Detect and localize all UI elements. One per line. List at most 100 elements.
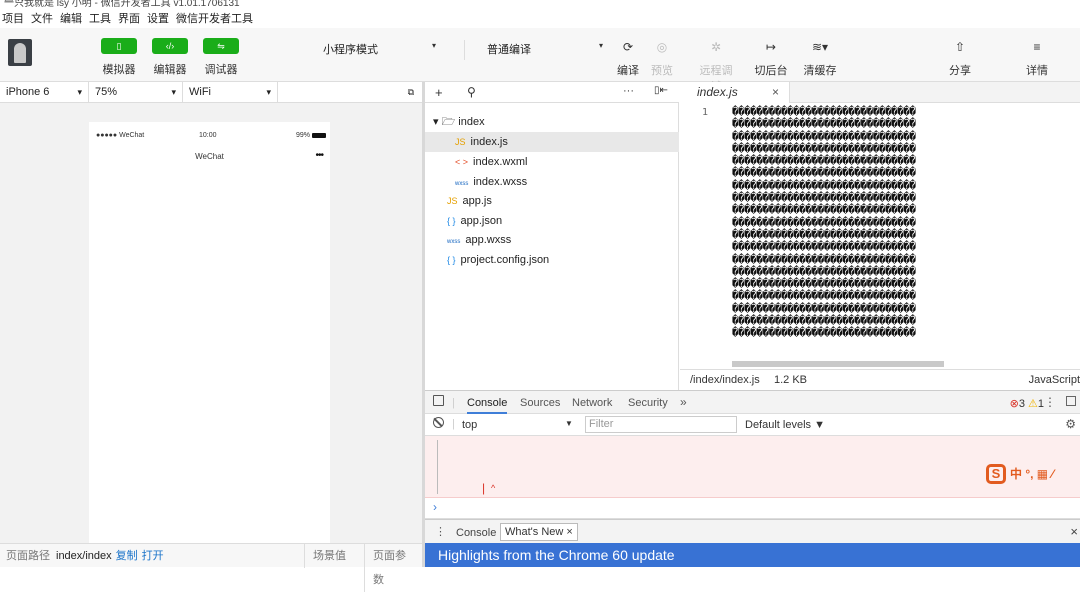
device-select-value: iPhone 6	[6, 86, 50, 98]
console-prompt[interactable]: ›	[425, 498, 1080, 519]
folder-index[interactable]: ▾ 🗁 index	[425, 112, 679, 132]
drawer-menu-icon[interactable]: ⋮	[435, 525, 446, 538]
issue-counts[interactable]: ⊗3 ⚠1	[1010, 397, 1044, 410]
zoom-select[interactable]: 75% ▾	[89, 82, 183, 103]
menu-view[interactable]: 界面	[118, 10, 140, 26]
eye-icon[interactable]: ◎	[650, 40, 674, 54]
copy-link[interactable]: 复制	[116, 550, 138, 562]
simulator-area: ●●●●● WeChat 10:00 99% WeChat •••	[0, 103, 422, 543]
tree-item-app-js[interactable]: JS app.js	[425, 191, 679, 211]
tree-item-project-config[interactable]: { } project.config.json	[425, 250, 679, 270]
clear-cache-button[interactable]: 清缓存	[800, 62, 840, 78]
more-icon[interactable]: ···	[623, 85, 634, 97]
log-levels-select[interactable]: Default levels ▼	[745, 419, 825, 431]
menu-tools[interactable]: 工具	[89, 10, 111, 26]
menu-file[interactable]: 文件	[31, 10, 53, 26]
context-select[interactable]: top	[462, 419, 477, 431]
tab-sources[interactable]: Sources	[520, 397, 560, 409]
preview-button[interactable]: 预览	[642, 62, 682, 78]
console-error-message: | ^ S 中 °, ▦ ⁄	[425, 436, 1080, 498]
inspect-icon[interactable]	[433, 395, 444, 406]
network-select-value: WiFi	[189, 86, 211, 98]
menu-settings[interactable]: 设置	[147, 10, 169, 26]
editor-tabs: index.js ×	[680, 82, 1080, 103]
page-path-label: 页面路径	[6, 550, 50, 562]
switch-background-icon[interactable]: ↦	[759, 40, 783, 54]
tab-console[interactable]: Console	[467, 397, 508, 414]
ime-toolbar[interactable]: S 中 °, ▦ ⁄	[986, 464, 1080, 486]
device-select[interactable]: iPhone 6 ▾	[0, 82, 89, 103]
file-label: app.js	[462, 195, 492, 207]
avatar[interactable]	[8, 39, 32, 66]
clear-console-icon[interactable]	[433, 417, 444, 428]
horizontal-scrollbar[interactable]	[732, 361, 944, 367]
editor-toggle-button[interactable]: ‹/›	[152, 38, 188, 54]
kebab-icon[interactable]: ⋮	[1044, 395, 1056, 409]
background-button[interactable]: 切后台	[751, 62, 791, 78]
menu-edit[interactable]: 编辑	[60, 10, 82, 26]
file-label: app.json	[460, 215, 503, 227]
menu-icon[interactable]: ≡	[1025, 40, 1049, 54]
tree-item-index-js[interactable]: JS index.js	[425, 132, 679, 152]
dock-icon[interactable]	[1066, 396, 1076, 406]
close-icon[interactable]: ×	[1070, 524, 1078, 539]
phone-screen[interactable]: ●●●●● WeChat 10:00 99% WeChat •••	[89, 122, 330, 543]
wxss-file-icon: wxss	[447, 239, 461, 245]
debugger-toggle-button[interactable]: ⇋	[203, 38, 239, 54]
more-icon[interactable]: •••	[315, 150, 323, 161]
bug-icon[interactable]: ✲	[704, 40, 728, 54]
mode-select[interactable]: 小程序模式 ▾	[323, 41, 436, 57]
menu-bar: 项目 文件 编辑 工具 界面 设置 微信开发者工具	[0, 8, 1080, 28]
file-label: project.config.json	[460, 254, 550, 266]
chevron-down-icon: ▾	[77, 87, 82, 97]
page-params-button[interactable]: 页面参数	[364, 544, 422, 592]
tree-item-index-wxml[interactable]: < > index.wxml	[425, 152, 679, 172]
simulator-toggle-button[interactable]: ▯	[101, 38, 137, 54]
details-button[interactable]: 详情	[1017, 62, 1057, 78]
battery-percent: 99%	[295, 132, 310, 139]
menu-wechat-devtools[interactable]: 微信开发者工具	[176, 10, 253, 26]
language-mode[interactable]: JavaScript	[1029, 370, 1080, 391]
window-controls[interactable]: ▭ ✕	[4, 0, 1070, 5]
search-icon[interactable]: ⚲	[467, 85, 476, 99]
drawer-tab-whats-new[interactable]: What's New ×	[500, 523, 578, 541]
scene-value-button[interactable]: 场景值	[304, 544, 354, 568]
sliders-icon: ⇋	[217, 41, 225, 51]
drawer-tab-console[interactable]: Console	[456, 527, 496, 539]
file-size: 1.2 KB	[774, 374, 808, 386]
add-icon[interactable]: +	[435, 85, 443, 100]
tree-item-app-json[interactable]: { } app.json	[425, 211, 679, 231]
chevron-down-icon: ▾	[431, 41, 436, 50]
line-number: 1	[702, 107, 709, 118]
tab-security[interactable]: Security	[628, 397, 668, 409]
collapse-icon[interactable]: ▯⇤	[654, 85, 668, 96]
share-button[interactable]: 分享	[940, 62, 980, 78]
popout-area: ⧉	[278, 82, 422, 103]
code-editor[interactable]: 1 ������������������������������ �������…	[680, 103, 1080, 368]
tab-index-js[interactable]: index.js ×	[680, 82, 790, 103]
console-filter-bar: | top ▼ Filter Default levels ▼ ⚙	[425, 414, 1080, 436]
prompt-chevron-icon: ›	[433, 500, 437, 514]
json-file-icon: { }	[447, 255, 456, 265]
layers-icon[interactable]: ≋▾	[808, 40, 832, 54]
tree-item-index-wxss[interactable]: wxss index.wxss	[425, 172, 679, 192]
menu-project[interactable]: 项目	[2, 10, 24, 26]
whats-new-banner: Highlights from the Chrome 60 update	[425, 543, 1080, 567]
divider	[464, 40, 465, 60]
chevron-down-icon: ▼	[565, 419, 573, 428]
filter-input[interactable]: Filter	[585, 416, 737, 433]
network-select[interactable]: WiFi ▾	[183, 82, 278, 103]
code-content[interactable]: ������������������������������ ���������…	[732, 105, 916, 340]
popout-icon[interactable]: ⧉	[408, 82, 414, 103]
gear-icon[interactable]: ⚙	[1065, 417, 1076, 431]
compile-select[interactable]: 普通编译 ▾	[487, 41, 603, 57]
open-link[interactable]: 打开	[142, 550, 164, 562]
close-icon[interactable]: ×	[772, 82, 779, 103]
more-tabs-icon[interactable]: »	[680, 395, 687, 409]
chevron-down-icon: ▾	[266, 87, 271, 97]
main-toolbar: ▯ 模拟器 ‹/› 编辑器 ⇋ 调试器 小程序模式 ▾ 普通编译 ▾ ⟳ 编译 …	[0, 28, 1080, 93]
refresh-icon[interactable]: ⟳	[616, 40, 640, 54]
share-icon[interactable]: ⇧	[948, 40, 972, 54]
tab-network[interactable]: Network	[572, 397, 612, 409]
tree-item-app-wxss[interactable]: wxss app.wxss	[425, 230, 679, 250]
